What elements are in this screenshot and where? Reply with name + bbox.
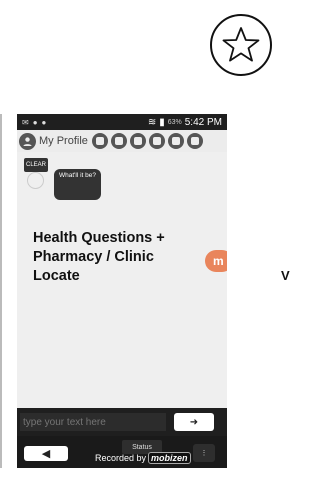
app-icon: ● bbox=[32, 117, 38, 127]
app-icon: ● bbox=[41, 117, 47, 127]
recorder-watermark: Recorded by mobizen bbox=[95, 452, 191, 464]
settings-icon[interactable] bbox=[167, 133, 184, 149]
notification-icons: ✉ ● ● bbox=[22, 118, 46, 127]
floating-action-icon[interactable]: m bbox=[205, 250, 227, 272]
star-icon bbox=[222, 27, 260, 62]
status-bar: ✉ ● ● ≋ ▮ 63% 5:42 PM bbox=[17, 114, 227, 130]
profile-label[interactable]: My Profile bbox=[39, 135, 88, 147]
arrow-left-icon: ◀ bbox=[41, 448, 51, 460]
system-icons: ≋ ▮ 63% 5:42 PM bbox=[148, 117, 222, 128]
side-letter: V bbox=[281, 268, 290, 283]
brand-logo: mobizen bbox=[148, 452, 191, 464]
input-bar: ➜ bbox=[17, 408, 227, 436]
headline-text: Health Questions + Pharmacy / Clinic Loc… bbox=[33, 230, 165, 284]
bot-avatar-icon bbox=[27, 172, 44, 189]
chat-icon[interactable] bbox=[91, 133, 108, 149]
recorded-by-text: Recorded by bbox=[95, 453, 147, 463]
toolbar-icons bbox=[91, 133, 203, 149]
bottom-bar: ◀ Status ⋮ Recorded by mobizen bbox=[17, 436, 227, 468]
favorite-star-icon[interactable] bbox=[210, 14, 272, 76]
divider bbox=[0, 114, 2, 468]
app-top-bar: My Profile bbox=[17, 130, 227, 152]
wifi-icon: ≋ bbox=[147, 116, 157, 128]
battery-text: 63% bbox=[167, 118, 182, 126]
mail-icon: ✉ bbox=[22, 117, 29, 127]
calendar-icon[interactable] bbox=[110, 133, 127, 149]
status-time: 5:42 PM bbox=[184, 116, 222, 128]
chat-bubble: What'll it be? bbox=[54, 169, 101, 200]
phone-screen: ✉ ● ● ≋ ▮ 63% 5:42 PM My Profile CLEAR W… bbox=[17, 114, 227, 468]
more-icon: ⋮ bbox=[200, 450, 208, 457]
send-button[interactable]: ➜ bbox=[174, 413, 214, 431]
smiley-icon[interactable] bbox=[129, 133, 146, 149]
menu-icon[interactable] bbox=[186, 133, 203, 149]
status-label: Status bbox=[132, 443, 152, 451]
arrow-right-icon: ➜ bbox=[189, 416, 199, 428]
clear-button[interactable]: CLEAR bbox=[24, 158, 48, 172]
back-button[interactable]: ◀ bbox=[24, 446, 68, 461]
signal-icon: ▮ bbox=[159, 116, 165, 128]
profile-avatar-icon[interactable] bbox=[19, 132, 36, 150]
message-input[interactable] bbox=[20, 413, 166, 431]
menu-button[interactable]: ⋮ bbox=[193, 444, 215, 462]
image-icon[interactable] bbox=[148, 133, 165, 149]
chat-area: CLEAR What'll it be? Health Questions + … bbox=[17, 152, 227, 408]
